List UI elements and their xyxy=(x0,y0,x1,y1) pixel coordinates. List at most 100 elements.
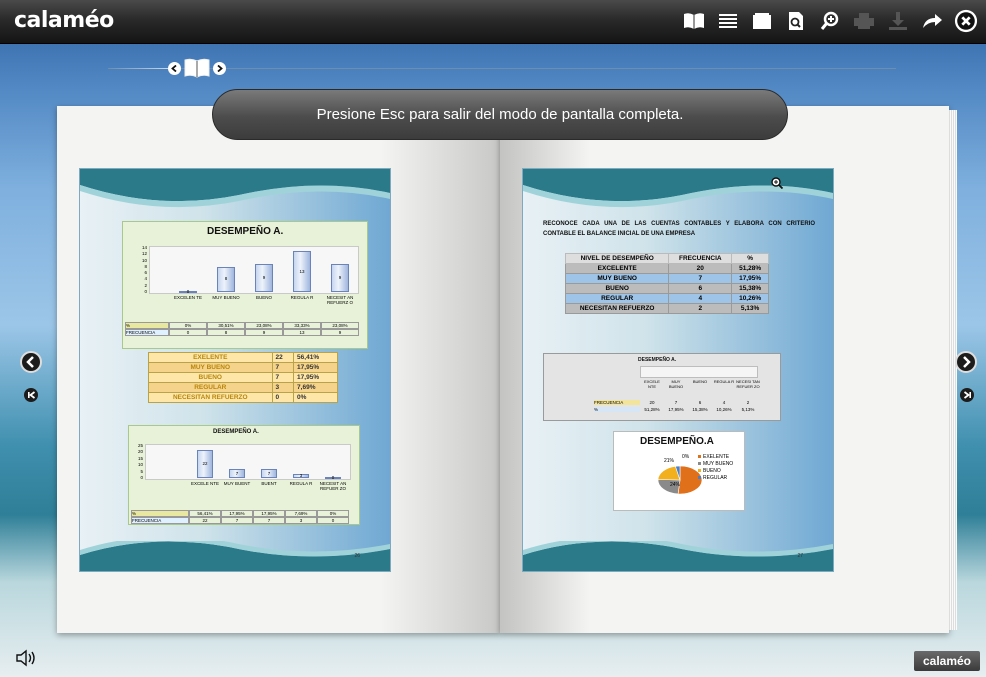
table-cell: 22 xyxy=(271,352,295,363)
search-page-icon[interactable] xyxy=(784,9,808,33)
chart-desempeno-a-3: DESEMPEÑO A. EXCELE NTE MUY BUENO BUENO REG… xyxy=(543,353,781,421)
legend-label: REGULAR xyxy=(703,475,728,481)
right-page[interactable]: 27 RECONOCE CADA UNA DE LAS CUENTAS CONT… xyxy=(500,106,957,633)
page-navigator-book-icon[interactable] xyxy=(184,58,210,78)
chart-title: DESEMPEÑO A. xyxy=(638,357,677,363)
pie-data-label: 21% xyxy=(664,458,675,464)
y-tick-label: 6 xyxy=(144,270,147,276)
x-category-label: MUY BUENO xyxy=(668,379,684,389)
table-cell: 4 xyxy=(668,293,733,304)
table-cell: 15,38% xyxy=(731,283,769,294)
chart-desempeno-a-2: DESEMPEÑO A. 25 20 15 10 5 0 22 7 7 3 0 EXCELE NT… xyxy=(128,425,360,525)
top-wave-decoration xyxy=(523,169,833,208)
legend-entry: EXELENTE xyxy=(698,454,729,460)
x-category-label: BUENO xyxy=(692,379,708,384)
table-row: NECESITAN REFUERZO 0 0% xyxy=(148,392,338,403)
table-cell: BUENO xyxy=(148,372,273,383)
table-cell: 51,28% xyxy=(731,263,769,274)
table-cell: MUY BUENO xyxy=(148,362,273,373)
download-icon[interactable] xyxy=(886,9,910,33)
y-tick-label: 2 xyxy=(144,282,147,288)
close-icon[interactable] xyxy=(954,9,978,33)
y-tick-label: 10 xyxy=(137,462,143,468)
chart-title: DESEMPEÑO A. xyxy=(213,429,259,435)
x-category-label: BUENT xyxy=(261,481,277,486)
nav-next-small-button[interactable] xyxy=(213,61,226,75)
calameo-logo[interactable]: calaméo xyxy=(14,8,114,33)
legend-label: MUY BUENO xyxy=(703,461,734,467)
table-row: BUENO 7 17,95% xyxy=(148,372,338,383)
legend-entry: MUY BUENO xyxy=(698,461,733,467)
list-view-icon[interactable] xyxy=(716,9,740,33)
table-cell: 17,95% xyxy=(253,510,285,517)
book-view-icon[interactable] xyxy=(682,9,706,33)
table-cell: 8 xyxy=(207,329,245,336)
left-page-content: 26 DESEMPEÑO A. 14 12 10 8 6 4 2 0 0 8 9 13 9 EXCEL… xyxy=(79,168,391,572)
table-row-label: FRECUENCIA xyxy=(594,400,640,405)
table-cell: 0% xyxy=(169,322,207,329)
table-row: MUY BUENO 7 17,95% xyxy=(148,362,338,373)
bar-value-label: 9 xyxy=(338,274,342,280)
y-tick-label: 4 xyxy=(144,276,147,282)
table-cell: 7 xyxy=(674,400,678,405)
chart-title: DESEMPEÑO.A xyxy=(640,436,714,447)
previous-page-button[interactable] xyxy=(20,351,42,373)
plot-area xyxy=(640,366,758,378)
table-cell: 30,51% xyxy=(207,322,245,329)
table-row: EXCELENTE 20 51,28% xyxy=(564,263,769,274)
pie-chart-desempeno-a: DESEMPEÑO.A 21% 0% 24% EXELENTE MUY BUENO BU… xyxy=(613,431,745,511)
table-cell: 23,08% xyxy=(245,322,283,329)
toolbar-icons xyxy=(682,9,978,33)
bottom-wave-decoration xyxy=(80,541,390,571)
table-cell: BUENO xyxy=(564,283,670,294)
nav-prev-small-button[interactable] xyxy=(168,61,181,75)
page-nav-line-fade xyxy=(108,68,168,69)
x-category-label: NECESIT AN REFUERZ O xyxy=(326,295,354,305)
table-cell: MUY BUENO xyxy=(564,273,670,284)
share-icon[interactable] xyxy=(920,9,944,33)
next-page-button[interactable] xyxy=(955,351,977,373)
table-cell: 15,38% xyxy=(692,407,708,412)
sound-icon[interactable] xyxy=(16,649,38,667)
left-page[interactable]: 26 DESEMPEÑO A. 14 12 10 8 6 4 2 0 0 8 9 13 9 EXCEL… xyxy=(57,106,500,633)
table-cell: REGULAR xyxy=(148,382,273,393)
legend-label: EXELENTE xyxy=(703,454,730,460)
table-cell: 13 xyxy=(283,329,321,336)
table-row-label: % xyxy=(594,407,640,412)
table-cell: 7 xyxy=(221,517,253,524)
zoom-icon[interactable] xyxy=(818,9,842,33)
table-cell: 7 xyxy=(253,517,285,524)
x-category-label: REGULA R xyxy=(713,379,735,384)
table-cell: 17,95% xyxy=(221,510,253,517)
y-tick-label: 0 xyxy=(144,289,147,294)
legend-swatch xyxy=(698,476,701,479)
table-cell: 3 xyxy=(285,517,317,524)
table-cell: 0 xyxy=(317,517,349,524)
last-page-button[interactable] xyxy=(960,388,974,402)
print-icon[interactable] xyxy=(852,9,876,33)
table-cell: 9 xyxy=(245,329,283,336)
table-cell: 56,41% xyxy=(293,352,338,363)
x-category-label: REGULA R xyxy=(289,481,313,486)
first-page-button[interactable] xyxy=(24,388,38,402)
table-cell: 6 xyxy=(698,400,702,405)
single-page-icon[interactable] xyxy=(750,9,774,33)
chart-title: DESEMPEÑO A. xyxy=(207,226,284,237)
x-category-label: REGULA R xyxy=(290,295,314,300)
table-cell: 7,69% xyxy=(285,510,317,517)
zoom-in-icon[interactable] xyxy=(771,177,783,189)
table-cell: NECESITAN REFUERZO xyxy=(564,303,670,314)
pie-data-label: 24% xyxy=(670,482,681,488)
table-row-label: FRECUENCIA xyxy=(125,329,169,336)
x-category-label: MUY BUENO xyxy=(212,295,240,300)
calameo-badge[interactable]: calaméo xyxy=(914,651,980,671)
table-cell: 0% xyxy=(317,510,349,517)
table-cell: 33,33% xyxy=(283,322,321,329)
table-cell: 10,26% xyxy=(731,293,769,304)
y-tick-label: 25 xyxy=(137,443,143,448)
y-tick-label: 12 xyxy=(141,251,147,257)
fullscreen-exit-notice: Presione Esc para salir del modo de pant… xyxy=(212,89,788,140)
x-category-label: EXCELE NTE xyxy=(190,481,219,486)
page-number: 27 xyxy=(797,553,803,559)
table-cell: 17,95% xyxy=(731,273,769,284)
